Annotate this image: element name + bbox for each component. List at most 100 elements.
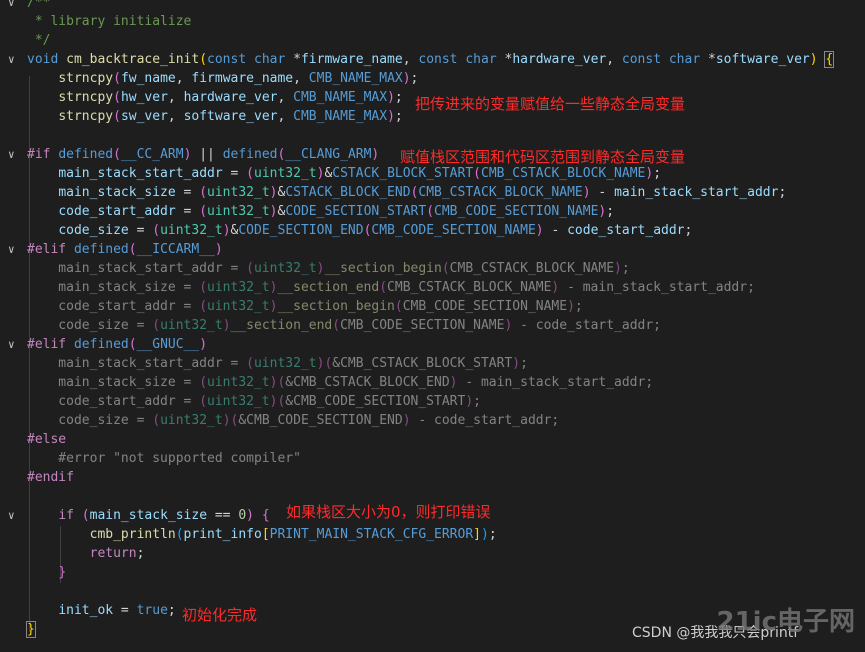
chevron-down-icon[interactable]: ∨ xyxy=(8,240,15,259)
code-line[interactable]: code_size = (uint32_t)&CODE_SECTION_END(… xyxy=(0,221,865,240)
code-token: __CC_ARM xyxy=(120,147,184,162)
code-token: main_stack_size = xyxy=(27,280,200,295)
gutter: ∨ xyxy=(0,0,26,12)
code-token: } xyxy=(58,565,67,580)
code-token: void xyxy=(27,52,59,67)
code-token: uint32_t xyxy=(253,356,317,371)
code-line[interactable]: cmb_println(print_info[PRINT_MAIN_STACK_… xyxy=(0,525,865,544)
gutter xyxy=(0,31,26,50)
code-token: defined xyxy=(222,147,278,162)
code-line[interactable]: * library initialize xyxy=(0,12,865,31)
code-token: firmware_name xyxy=(300,52,403,67)
code-line[interactable]: code_size = (uint32_t)(&CMB_CODE_SECTION… xyxy=(0,411,865,430)
code-line[interactable]: ∨ #elif defined(__GNUC__) xyxy=(0,335,865,354)
code-token: ( xyxy=(199,185,208,200)
code-token: ( xyxy=(332,318,341,333)
code-line[interactable] xyxy=(0,126,865,145)
code-line[interactable]: } xyxy=(0,563,865,582)
code-token: print_info xyxy=(183,527,262,542)
code-token: ) xyxy=(449,375,458,390)
code-token: CSTACK_BLOCK_END xyxy=(285,185,411,200)
code-line[interactable]: strncpy(fw_name, firmware_name, CMB_NAME… xyxy=(0,69,865,88)
code-token: CMB_CSTACK_BLOCK_NAME xyxy=(481,166,646,181)
code-token: const xyxy=(621,52,662,67)
chevron-down-icon[interactable]: ∨ xyxy=(8,145,15,164)
code-line[interactable]: main_stack_start_addr = (uint32_t)(&CMB_… xyxy=(0,354,865,373)
code-token: &CMB_CSTACK_BLOCK_START xyxy=(332,356,513,371)
code-token: uint32_t xyxy=(207,375,270,390)
code-token: ; xyxy=(488,527,497,542)
chevron-down-icon[interactable]: ∨ xyxy=(8,335,15,354)
code-line[interactable]: ∨ #elif defined(__ICCARM__) xyxy=(0,240,865,259)
code-token: ) xyxy=(387,109,395,124)
code-token: ( xyxy=(113,90,121,105)
chevron-down-icon[interactable]: ∨ xyxy=(8,50,15,69)
gutter xyxy=(0,449,26,468)
code-token: - main_stack_start_addr; xyxy=(457,375,654,390)
gutter xyxy=(0,601,26,620)
code-line[interactable]: #endif xyxy=(0,468,865,487)
code-token: ( xyxy=(152,413,161,428)
code-token: code_size xyxy=(58,223,129,238)
code-token: return xyxy=(89,546,137,561)
code-line[interactable] xyxy=(0,582,865,601)
code-line[interactable]: ∨ void cm_backtrace_init(const char *firm… xyxy=(0,50,865,69)
code-line[interactable]: main_stack_start_addr = (uint32_t)__sect… xyxy=(0,259,865,278)
code-token: ; xyxy=(136,546,145,561)
code-line[interactable]: #else xyxy=(0,430,865,449)
code-token: uint32_t xyxy=(160,318,223,333)
code-line[interactable]: return; xyxy=(0,544,865,563)
code-token: code_start_addr = xyxy=(27,299,200,314)
chevron-down-icon[interactable]: ∨ xyxy=(8,0,15,12)
code-token: __GNUC__ xyxy=(136,337,200,352)
code-token: ) xyxy=(246,508,254,523)
gutter xyxy=(0,278,26,297)
code-token: ( xyxy=(199,52,208,67)
code-token: defined xyxy=(58,147,114,162)
code-token: * xyxy=(700,52,716,67)
code-token: #if xyxy=(27,147,51,162)
code-token: __ICCARM__ xyxy=(136,242,215,257)
code-token: - code_start_addr; xyxy=(410,413,560,428)
code-token: defined xyxy=(73,337,129,352)
code-line[interactable]: code_start_addr = (uint32_t)(&CMB_CODE_S… xyxy=(0,392,865,411)
code-token: ( xyxy=(199,299,208,314)
code-text: code_start_addr = (uint32_t)__section_be… xyxy=(27,297,582,316)
code-token: __section_begin xyxy=(324,261,442,276)
code-token: ; xyxy=(167,603,176,618)
code-token: uint32_t xyxy=(207,394,270,409)
code-token: if xyxy=(58,508,74,523)
code-line[interactable]: main_stack_size = (uint32_t)(&CMB_CSTACK… xyxy=(0,373,865,392)
gutter xyxy=(0,126,26,145)
code-token: CMB_CSTACK_BLOCK_NAME xyxy=(418,185,583,200)
code-text: cmb_println(print_info[PRINT_MAIN_STACK_… xyxy=(27,525,497,544)
gutter xyxy=(0,69,26,88)
code-token: software_ver xyxy=(183,109,278,124)
code-line[interactable]: code_start_addr = (uint32_t)__section_be… xyxy=(0,297,865,316)
code-line[interactable]: #error "not supported compiler" xyxy=(0,449,865,468)
code-line[interactable]: ∨ /** xyxy=(0,0,865,12)
gutter xyxy=(0,411,26,430)
code-line[interactable]: code_size = (uint32_t)__section_end(CMB_… xyxy=(0,316,865,335)
code-token: ( xyxy=(175,527,184,542)
gutter xyxy=(0,582,26,601)
code-line[interactable]: code_start_addr = (uint32_t)&CODE_SECTIO… xyxy=(0,202,865,221)
gutter xyxy=(0,316,26,335)
chevron-down-icon[interactable]: ∨ xyxy=(8,506,15,525)
code-token: uint32_t xyxy=(254,166,317,181)
gutter: ∨ xyxy=(0,145,26,164)
code-line[interactable]: */ xyxy=(0,31,865,50)
code-text: #elif defined(__GNUC__) xyxy=(27,335,207,354)
code-token: = xyxy=(175,185,200,200)
code-token: code_start_addr xyxy=(567,223,685,238)
code-line[interactable]: main_stack_size = (uint32_t)&CSTACK_BLOC… xyxy=(0,183,865,202)
code-line[interactable]: main_stack_size = (uint32_t)__section_en… xyxy=(0,278,865,297)
gutter xyxy=(0,12,26,31)
code-token: __section_end xyxy=(277,280,380,295)
code-token: , xyxy=(167,109,184,124)
